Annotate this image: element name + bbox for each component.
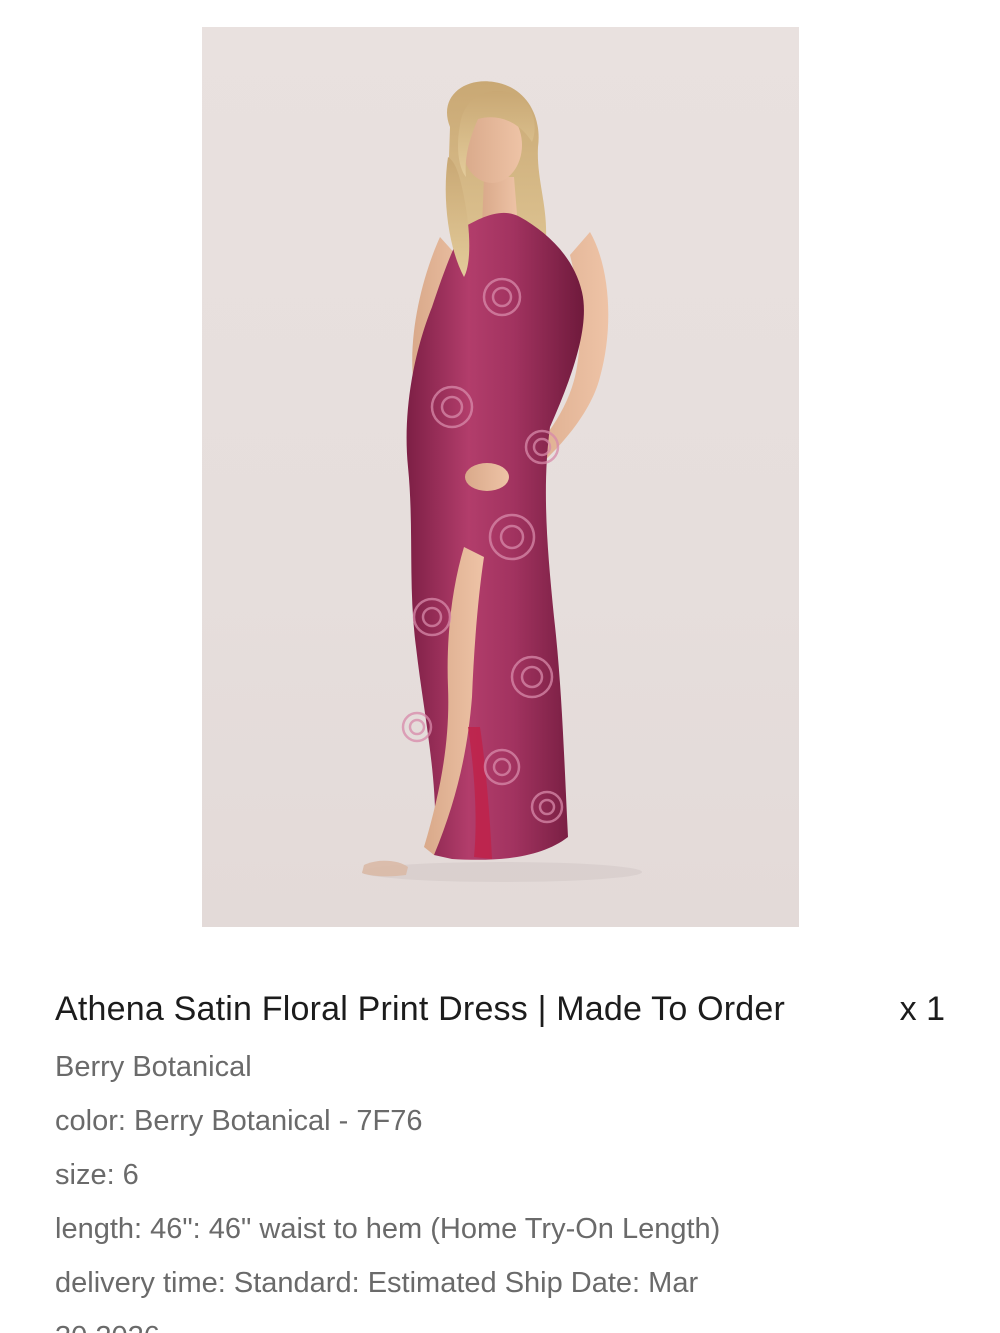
delivery-time-option: delivery time: Standard: Estimated Ship … xyxy=(55,1267,699,1299)
size-option: size: 6 xyxy=(55,1159,139,1191)
order-item-page: Athena Satin Floral Print Dress | Made T… xyxy=(0,0,1000,1333)
length-option: length: 46": 46" waist to hem (Home Try-… xyxy=(55,1213,721,1245)
product-image[interactable] xyxy=(202,27,799,927)
variant-name: Berry Botanical xyxy=(55,1051,252,1083)
product-name[interactable]: Athena Satin Floral Print Dress | Made T… xyxy=(55,985,785,1033)
color-option: color: Berry Botanical - 7F76 xyxy=(55,1105,423,1137)
quantity-label: x 1 xyxy=(899,990,945,1028)
model-illustration xyxy=(362,81,642,882)
product-details: Berry Botanical color: Berry Botanical -… xyxy=(55,1040,945,1333)
product-title-row: Athena Satin Floral Print Dress | Made T… xyxy=(55,985,945,1035)
delivery-time-continued: 30 2026 xyxy=(55,1310,945,1333)
